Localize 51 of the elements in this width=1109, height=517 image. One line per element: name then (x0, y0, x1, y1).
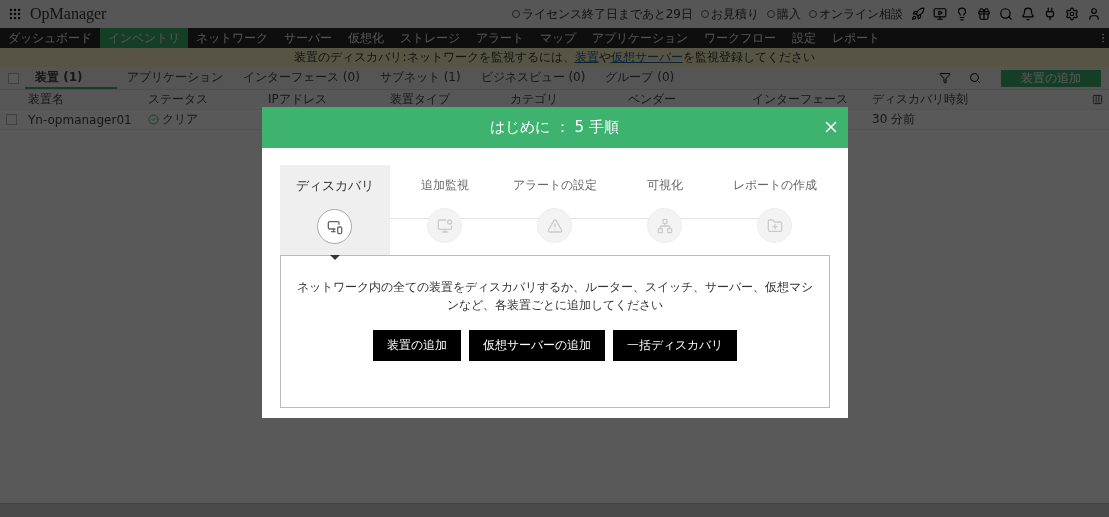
action-button[interactable]: 仮想サーバーの追加 (468, 330, 605, 361)
step-label: レポートの作成 (732, 177, 817, 194)
lightbulb-icon[interactable] (955, 7, 969, 21)
screen-icon[interactable] (933, 7, 947, 21)
user-icon[interactable] (1087, 7, 1101, 21)
folder-icon (766, 217, 783, 234)
column-header[interactable]: ベンダー (628, 91, 676, 108)
network-icon (656, 217, 673, 234)
table-cell: Yn-opmanager01 (28, 112, 132, 127)
banner-link[interactable]: 装置 (574, 49, 599, 66)
step-description: ネットワーク内の全ての装置をディスカバリするか、ルーター、スイッチ、サーバー、仮想マシンなど、各装置ごとに追加してください (295, 279, 814, 314)
banner-text: や (598, 49, 611, 66)
checkbox[interactable] (6, 114, 17, 125)
column-header[interactable]: IPアドレス (268, 91, 327, 108)
warning-icon (546, 217, 563, 234)
action-button[interactable]: 装置の追加 (372, 330, 461, 361)
plug-icon[interactable] (1043, 7, 1057, 21)
header-link[interactable]: お見積り (701, 5, 759, 23)
step-tab[interactable]: 追加監視 (389, 165, 500, 255)
settings-icon[interactable] (1065, 7, 1079, 21)
step-tab[interactable]: アラートの設定 (499, 165, 610, 255)
apps-grid-icon[interactable] (8, 7, 22, 21)
step-label: ディスカバリ (295, 177, 374, 195)
bell-icon[interactable] (1021, 7, 1035, 21)
table-cell: 30 分前 (872, 111, 916, 128)
nav-tab[interactable]: 仮想化 (340, 28, 392, 48)
search-icon[interactable] (969, 72, 981, 84)
header-link[interactable]: 購入 (767, 5, 801, 23)
columns-icon[interactable] (1092, 94, 1103, 105)
action-button[interactable]: 一括ディスカバリ (612, 330, 737, 361)
dialog-title: はじめに ： 5 手順 (490, 118, 619, 137)
pointer-icon (329, 255, 340, 260)
step-label: 可視化 (646, 177, 683, 194)
checkbox[interactable] (8, 72, 19, 84)
devices-icon (326, 218, 343, 235)
step-tab[interactable]: 可視化 (609, 165, 720, 255)
header-link[interactable]: オンライン相談 (809, 5, 903, 23)
gift-icon[interactable] (977, 7, 991, 21)
table-cell: クリア (162, 111, 198, 128)
filter-icon[interactable] (939, 72, 951, 84)
nav-tab[interactable]: サーバー (276, 28, 340, 48)
step-label: アラートの設定 (512, 177, 597, 194)
step-label: 追加監視 (420, 177, 469, 194)
check-icon (148, 114, 159, 125)
rocket-icon[interactable] (911, 7, 925, 21)
app-logo: OpManager (30, 5, 107, 23)
banner-link[interactable]: 仮想サーバー (610, 49, 683, 66)
step-tab[interactable]: レポートの作成 (719, 165, 830, 255)
monitor-icon (436, 217, 453, 234)
search-icon[interactable] (999, 7, 1013, 21)
header-link[interactable]: ライセンス終了日まであと29日 (511, 5, 693, 23)
